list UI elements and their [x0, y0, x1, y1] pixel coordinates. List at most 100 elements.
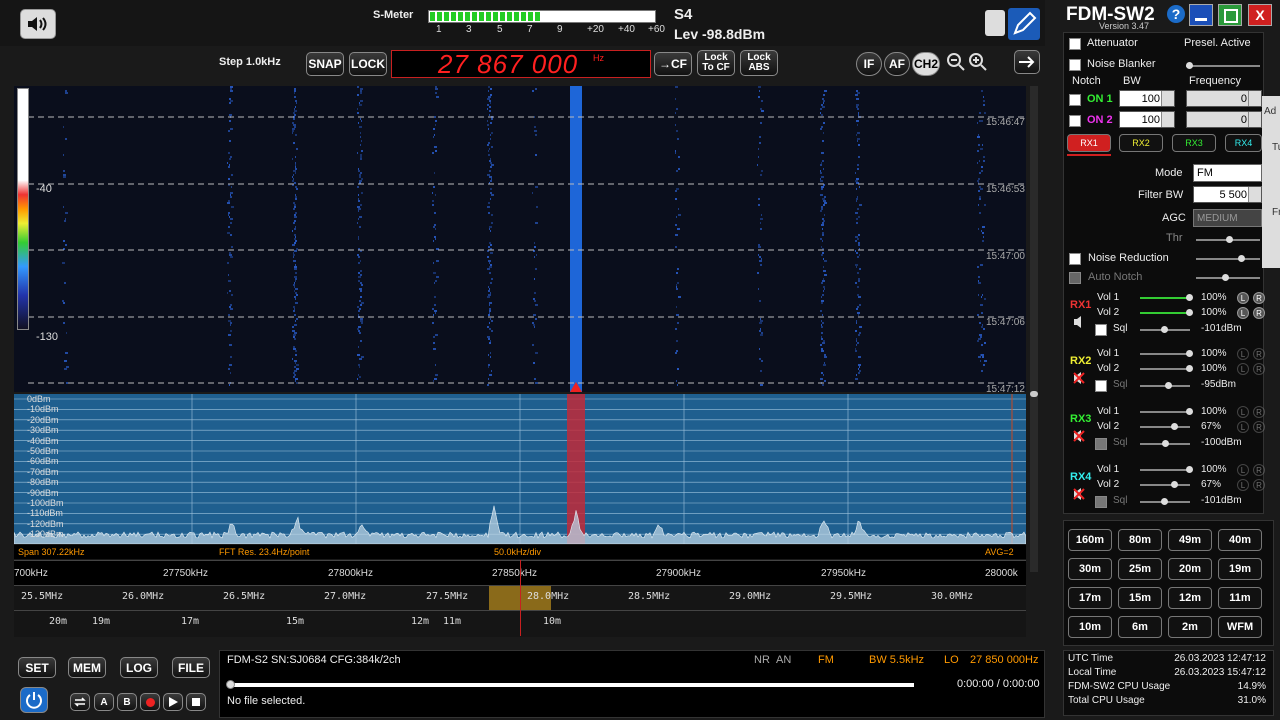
vol2-knob[interactable] [1186, 309, 1193, 316]
band-button-17m[interactable]: 17m [1068, 587, 1112, 609]
auto-notch-slider[interactable] [1196, 277, 1260, 279]
left-channel-button[interactable]: L [1237, 421, 1249, 433]
zoom-out-icon[interactable] [946, 52, 966, 72]
maximize-button[interactable] [1218, 4, 1242, 26]
lock-abs-button[interactable]: Lock ABS [740, 50, 778, 76]
pen-icon-button[interactable] [1008, 8, 1040, 40]
mem-button[interactable]: MEM [68, 657, 106, 678]
vol1-slider[interactable] [1140, 297, 1190, 299]
left-channel-button[interactable]: L [1237, 406, 1249, 418]
vol1-slider[interactable] [1140, 353, 1190, 355]
vertical-scrollbar[interactable] [1030, 86, 1038, 572]
vol2-slider[interactable] [1140, 426, 1190, 428]
vol1-knob[interactable] [1186, 294, 1193, 301]
af-button[interactable]: AF [884, 52, 910, 76]
band-button-2m[interactable]: 2m [1168, 616, 1212, 638]
squelch-checkbox[interactable] [1095, 438, 1107, 450]
playback-slider[interactable] [230, 683, 914, 687]
vol2-slider[interactable] [1140, 484, 1190, 486]
noise-reduction-slider[interactable] [1196, 258, 1260, 260]
vol1-knob[interactable] [1186, 350, 1193, 357]
noise-blanker-checkbox[interactable] [1069, 59, 1081, 71]
right-channel-button[interactable]: R [1253, 406, 1265, 418]
close-button[interactable]: X [1248, 4, 1272, 26]
minimize-button[interactable] [1189, 4, 1213, 26]
vol2-knob[interactable] [1186, 365, 1193, 372]
agc-select[interactable]: MEDIUM [1193, 209, 1262, 227]
band-button-10m[interactable]: 10m [1068, 616, 1112, 638]
left-channel-button[interactable]: L [1237, 307, 1249, 319]
help-icon[interactable]: ? [1167, 5, 1185, 23]
scroll-thumb[interactable] [1030, 391, 1038, 397]
mode-select[interactable]: FM [1193, 164, 1262, 182]
vol1-knob[interactable] [1186, 466, 1193, 473]
playback-knob[interactable] [226, 680, 235, 689]
zoom-in-icon[interactable] [968, 52, 988, 72]
left-channel-button[interactable]: L [1237, 348, 1249, 360]
snap-button[interactable]: SNAP [306, 52, 344, 76]
band-button-15m[interactable]: 15m [1118, 587, 1162, 609]
squelch-slider[interactable] [1140, 443, 1190, 445]
band-button-wfm[interactable]: WFM [1218, 616, 1262, 638]
band-button-20m[interactable]: 20m [1168, 558, 1212, 580]
file-button[interactable]: FILE [172, 657, 210, 678]
step-label[interactable]: Step 1.0kHz [219, 56, 281, 68]
thr-slider[interactable] [1196, 239, 1260, 241]
right-channel-button[interactable]: R [1253, 421, 1265, 433]
waterfall[interactable] [14, 86, 1026, 392]
speaker-button[interactable] [20, 9, 56, 39]
left-channel-button[interactable]: L [1237, 363, 1249, 375]
squelch-knob[interactable] [1161, 326, 1168, 333]
band-button-160m[interactable]: 160m [1068, 529, 1112, 551]
band-button-6m[interactable]: 6m [1118, 616, 1162, 638]
power-button[interactable] [20, 687, 48, 713]
attenuator-checkbox[interactable] [1069, 38, 1081, 50]
rx3-tab[interactable]: RX3 [1172, 134, 1216, 152]
vol2-slider[interactable] [1140, 312, 1190, 314]
band-button-40m[interactable]: 40m [1218, 529, 1262, 551]
notch1-bw[interactable]: 100 [1119, 90, 1175, 107]
band-button-12m[interactable]: 12m [1168, 587, 1212, 609]
lock-button[interactable]: LOCK [349, 52, 387, 76]
filter-bw-input[interactable]: 5 500 [1193, 186, 1262, 203]
frequency-display[interactable]: 27 867 000 Hz [391, 50, 651, 78]
set-button[interactable]: SET [18, 657, 56, 678]
receiver-speaker-icon[interactable] [1073, 487, 1085, 501]
vol2-knob[interactable] [1171, 423, 1178, 430]
rx4-tab[interactable]: RX4 [1225, 134, 1262, 152]
notch2-checkbox[interactable] [1069, 115, 1081, 127]
receiver-speaker-icon[interactable] [1073, 429, 1085, 443]
right-channel-button[interactable]: R [1253, 348, 1265, 360]
right-channel-button[interactable]: R [1253, 479, 1265, 491]
if-button[interactable]: IF [856, 52, 882, 76]
loop-button[interactable] [70, 693, 90, 711]
squelch-slider[interactable] [1140, 385, 1190, 387]
record-icon-button[interactable] [985, 10, 1005, 36]
cf-button[interactable]: →CF [654, 52, 692, 76]
vol1-knob[interactable] [1186, 408, 1193, 415]
noise-blanker-slider[interactable] [1186, 65, 1260, 67]
squelch-checkbox[interactable] [1095, 324, 1107, 336]
record-button[interactable] [140, 693, 160, 711]
band-button-19m[interactable]: 19m [1218, 558, 1262, 580]
stop-button[interactable] [186, 693, 206, 711]
spectrum[interactable] [14, 394, 1026, 544]
lock-to-cf-button[interactable]: Lock To CF [697, 50, 735, 76]
band-button-80m[interactable]: 80m [1118, 529, 1162, 551]
receiver-speaker-icon[interactable] [1073, 315, 1085, 329]
vol2-slider[interactable] [1140, 368, 1190, 370]
auto-notch-checkbox[interactable] [1069, 272, 1081, 284]
notch1-checkbox[interactable] [1069, 94, 1081, 106]
vol1-slider[interactable] [1140, 469, 1190, 471]
vol2-knob[interactable] [1171, 481, 1178, 488]
band-button-11m[interactable]: 11m [1218, 587, 1262, 609]
play-button[interactable] [163, 693, 183, 711]
ch2-button[interactable]: CH2 [912, 52, 940, 76]
band-button-30m[interactable]: 30m [1068, 558, 1112, 580]
right-channel-button[interactable]: R [1253, 363, 1265, 375]
right-channel-button[interactable]: R [1253, 307, 1265, 319]
rx2-tab[interactable]: RX2 [1119, 134, 1163, 152]
log-button[interactable]: LOG [120, 657, 158, 678]
band-button-49m[interactable]: 49m [1168, 529, 1212, 551]
squelch-checkbox[interactable] [1095, 496, 1107, 508]
